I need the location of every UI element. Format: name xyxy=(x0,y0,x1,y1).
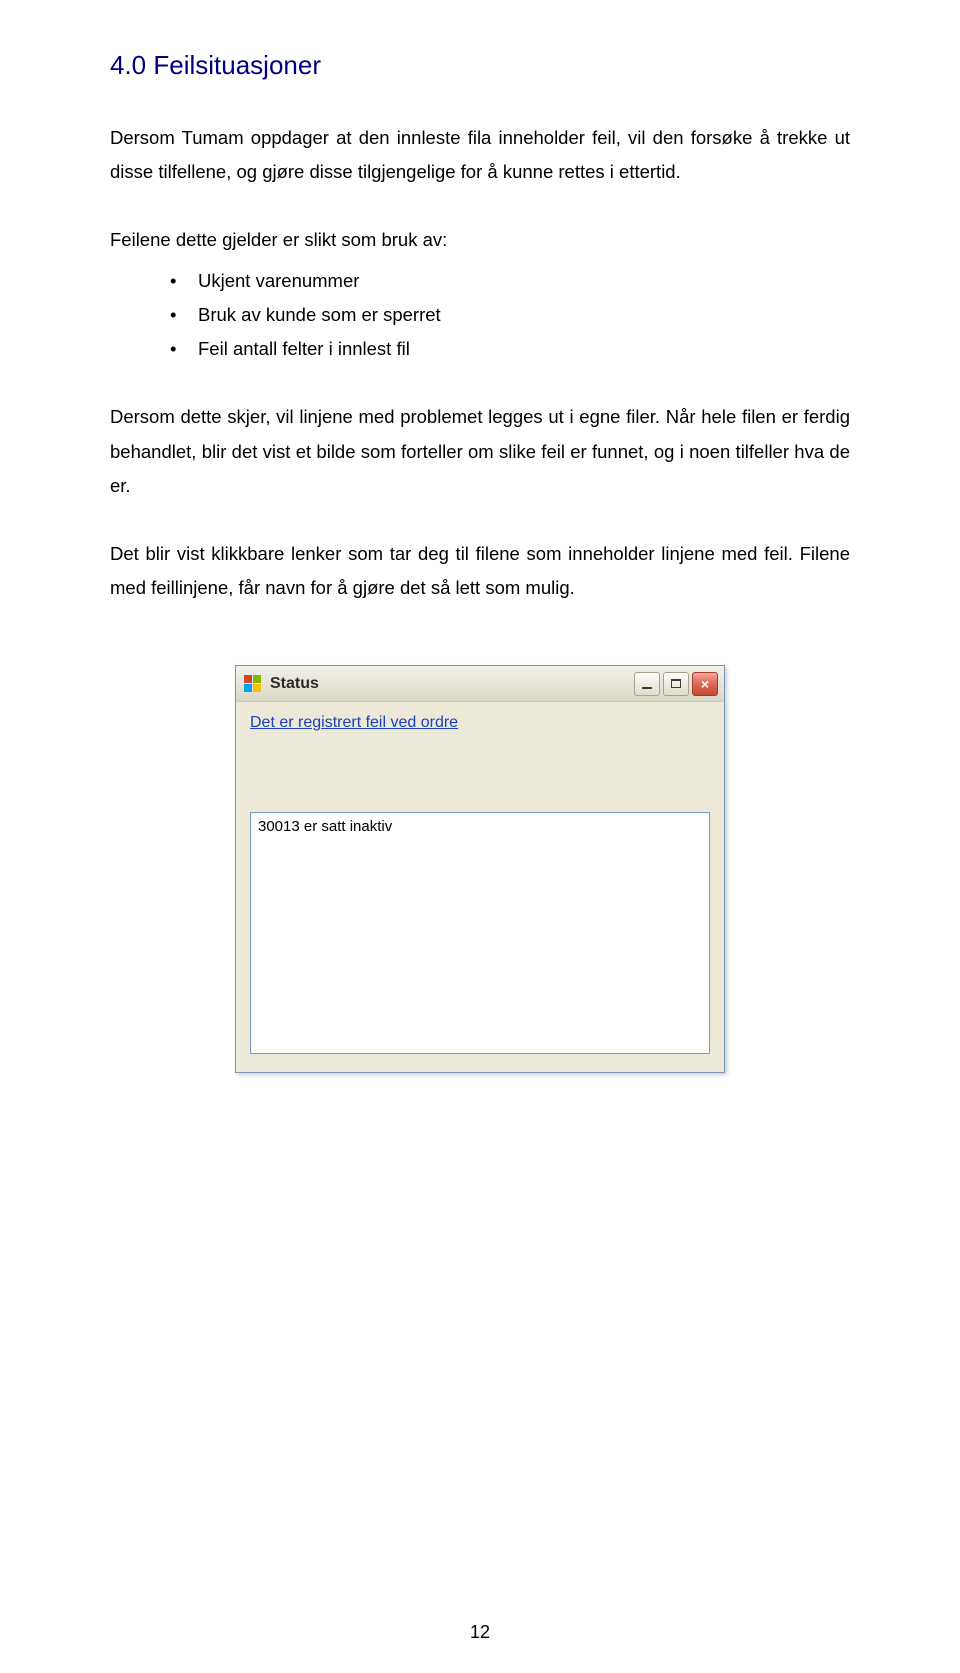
minimize-button[interactable] xyxy=(634,672,660,696)
close-icon: × xyxy=(701,677,709,691)
list-item: Feil antall felter i innlest fil xyxy=(170,332,850,366)
error-listbox[interactable]: 30013 er satt inaktiv xyxy=(250,812,710,1054)
dialog-title: Status xyxy=(270,675,626,693)
dialog-body: Det er registrert feil ved ordre 30013 e… xyxy=(236,702,724,1072)
paragraph-intro: Dersom Tumam oppdager at den innleste fi… xyxy=(110,121,850,189)
status-dialog: Status × Det er registrert feil ved ordr… xyxy=(235,665,725,1073)
close-button[interactable]: × xyxy=(692,672,718,696)
listbox-item[interactable]: 30013 er satt inaktiv xyxy=(258,818,702,835)
paragraph-explanation: Dersom dette skjer, vil linjene med prob… xyxy=(110,400,850,503)
maximize-button[interactable] xyxy=(663,672,689,696)
bullet-list: Ukjent varenummer Bruk av kunde som er s… xyxy=(170,264,850,367)
error-link[interactable]: Det er registrert feil ved ordre xyxy=(250,714,458,732)
bullet-list-intro: Feilene dette gjelder er slikt som bruk … xyxy=(110,223,850,257)
list-item: Ukjent varenummer xyxy=(170,264,850,298)
paragraph-links: Det blir vist klikkbare lenker som tar d… xyxy=(110,537,850,605)
maximize-icon xyxy=(671,679,681,688)
app-icon xyxy=(244,675,262,693)
list-item: Bruk av kunde som er sperret xyxy=(170,298,850,332)
page-number: 12 xyxy=(470,1622,490,1643)
section-heading: 4.0 Feilsituasjoner xyxy=(110,50,850,81)
window-controls: × xyxy=(634,672,718,696)
minimize-icon xyxy=(642,687,652,689)
dialog-titlebar[interactable]: Status × xyxy=(236,666,724,702)
